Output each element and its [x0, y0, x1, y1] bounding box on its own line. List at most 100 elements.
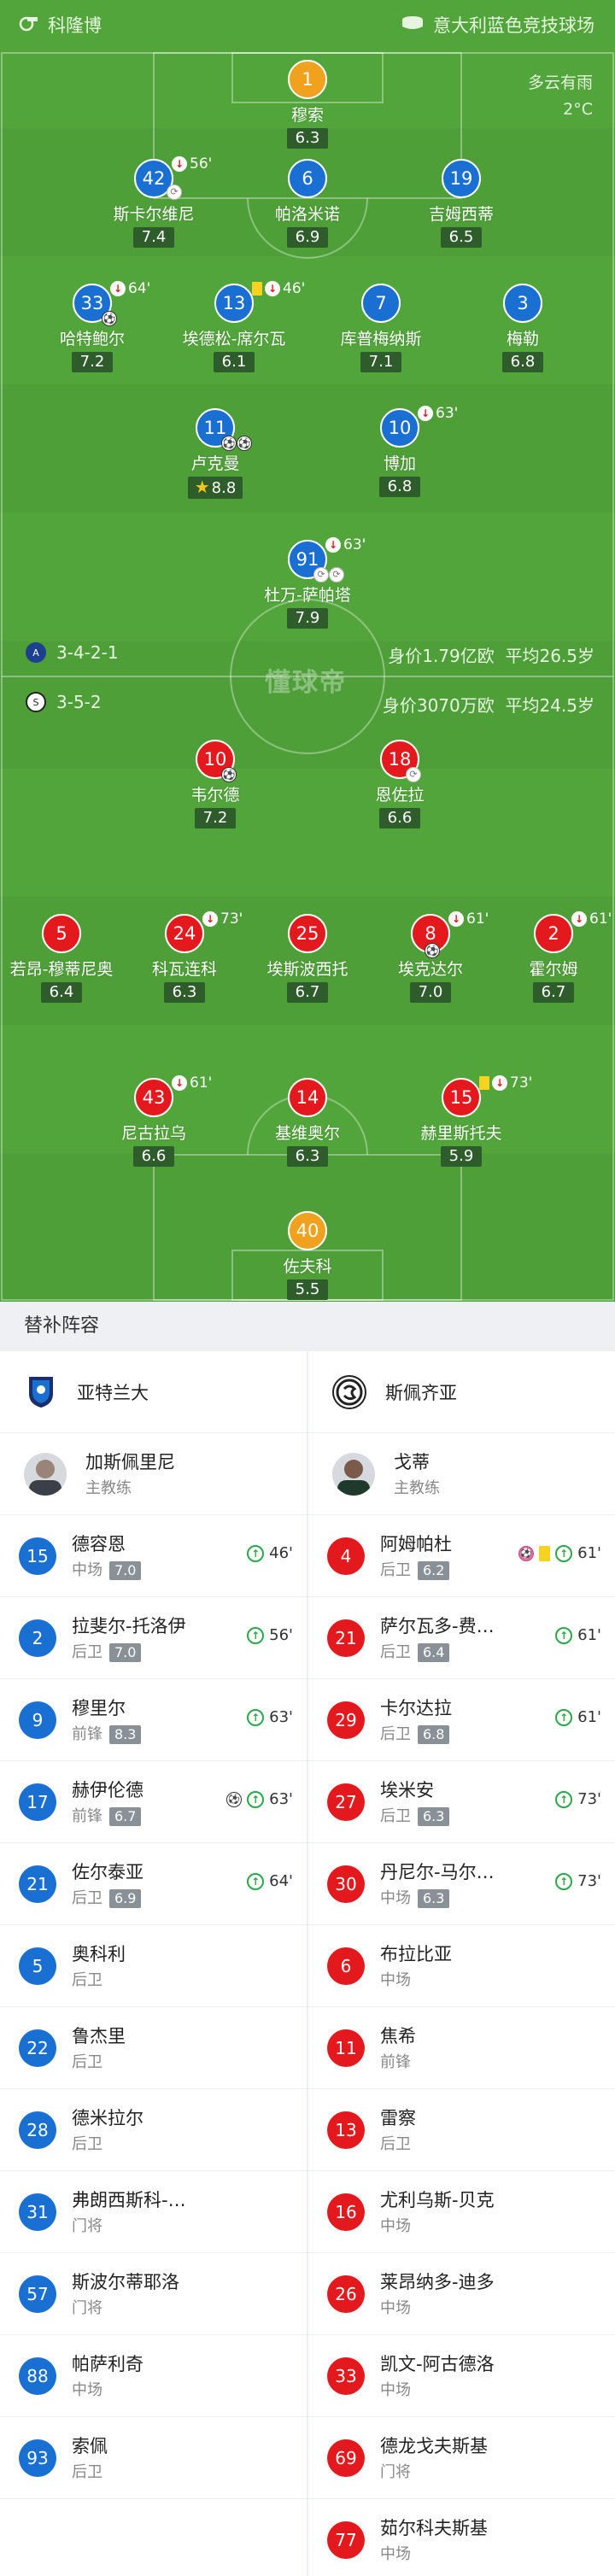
- yellow-card-icon: [539, 1545, 551, 1561]
- spezia-crest-icon: S: [26, 692, 46, 712]
- sub-player-row[interactable]: 93 索佩 后卫: [0, 2417, 307, 2499]
- player-number: 42: [142, 168, 166, 189]
- sub-player-row[interactable]: 21 佐尔泰亚 后卫 6.9 ↑ 64': [0, 1843, 307, 1925]
- player-card[interactable]: 11 ⚽ ⚽ 卢克曼 ★ 8.8: [130, 408, 301, 499]
- goal-ball-icon: ⚽: [221, 767, 237, 782]
- player-card[interactable]: 43 ↓ 61' 尼古拉乌 6.6: [68, 1074, 239, 1167]
- player-card[interactable]: 18 ⟳ 恩佐拉 6.6: [314, 740, 485, 828]
- sub-number: 15: [19, 1537, 56, 1575]
- sub-number: 9: [19, 1701, 56, 1739]
- spezia-value-row: 身价3070万欧 平均24.5岁: [383, 692, 594, 717]
- player-number: 33: [80, 293, 104, 313]
- sub-player-row[interactable]: 33 凯文-阿古德洛 中场: [308, 2335, 615, 2417]
- sub-position: 后卫: [380, 1806, 411, 1825]
- sub-player-row[interactable]: 5 奥科利 后卫: [0, 1925, 307, 2007]
- sub-player-row[interactable]: 77 茹尔科夫斯基 中场: [308, 2499, 615, 2576]
- sub-name: 莱昂纳多-迪多: [380, 2271, 495, 2292]
- sub-player-row[interactable]: 29 卡尔达拉 后卫 6.8 ↑ 61': [308, 1679, 615, 1761]
- coach-row[interactable]: 戈蒂 主教练: [308, 1433, 615, 1515]
- player-number: 43: [142, 1087, 166, 1108]
- sub-player-row[interactable]: 27 埃米安 后卫 6.3 ↑ 73': [308, 1761, 615, 1843]
- sub-minute: 73': [577, 1872, 601, 1890]
- sub-position: 后卫: [380, 1724, 411, 1743]
- sub-number: 29: [327, 1701, 365, 1739]
- player-name: 霍尔姆: [529, 960, 578, 979]
- player-number: 18: [388, 749, 412, 770]
- player-card[interactable]: 10 ⚽ 韦尔德 7.2: [130, 740, 301, 828]
- player-card[interactable]: 1 穆索 6.3: [222, 60, 393, 149]
- player-card[interactable]: 10 ↓ 63' 博加 6.8: [314, 405, 485, 497]
- player-rating: 7.0: [410, 982, 451, 1003]
- player-number: 2: [548, 923, 559, 944]
- coach-avatar: [332, 1452, 375, 1496]
- star-icon: ★: [194, 477, 210, 497]
- player-rating: 6.8: [502, 352, 543, 372]
- player-card[interactable]: 14 基维奥尔 6.3: [222, 1078, 393, 1167]
- player-card[interactable]: 13 ↓ 46' 埃德松-席尔瓦 6.1: [149, 280, 319, 372]
- assist-icon: ⟳: [329, 567, 344, 583]
- sub-player-row[interactable]: 22 鲁杰里 后卫: [0, 2007, 307, 2089]
- sub-player-row[interactable]: 15 德容恩 中场 7.0 ↑ 46': [0, 1515, 307, 1597]
- atalanta-formation-row: A 3-4-2-1: [26, 642, 119, 663]
- sub-player-row[interactable]: 2 拉斐尔-托洛伊 后卫 7.0 ↑ 56': [0, 1597, 307, 1679]
- sub-number: 30: [327, 1865, 365, 1903]
- team-header-atalanta[interactable]: 亚特兰大: [0, 1351, 307, 1433]
- goal-ball-icon: ⚽: [226, 1791, 243, 1807]
- player-card[interactable]: 15 ↓ 73' 赫里斯托夫 5.9: [376, 1074, 547, 1167]
- sub-event: ⚽ ↑ 61': [518, 1544, 601, 1562]
- player-name: 佐夫科: [283, 1257, 332, 1276]
- player-name: 哈特鲍尔: [59, 330, 125, 348]
- sub-player-row[interactable]: 26 莱昂纳多-迪多 中场: [308, 2253, 615, 2335]
- sub-position: 后卫: [72, 2052, 102, 2071]
- venue-name: 意大利蓝色竞技球场: [433, 15, 594, 36]
- team-header-spezia[interactable]: 斯佩齐亚: [308, 1351, 615, 1433]
- sub-player-row[interactable]: 6 布拉比亚 中场: [308, 1925, 615, 2007]
- player-name: 斯卡尔维尼: [113, 205, 195, 224]
- player-card[interactable]: 2 ↓ 61' 霍尔姆 6.7: [468, 910, 615, 1003]
- sub-number: 27: [327, 1783, 365, 1821]
- sub-rating: 7.0: [109, 1560, 142, 1580]
- player-rating: 6.5: [441, 227, 482, 248]
- sub-player-row[interactable]: 11 焦希 前锋: [308, 2007, 615, 2089]
- sub-name: 鲁杰里: [72, 2025, 126, 2046]
- player-card[interactable]: 91 ↓ 63' ⟳ ⟳ 杜万-萨帕塔 7.9: [222, 536, 393, 629]
- coach-row[interactable]: 加斯佩里尼 主教练: [0, 1433, 307, 1515]
- sub-name: 卡尔达拉: [380, 1697, 452, 1718]
- spezia-subs-column: 斯佩齐亚 戈蒂 主教练 4 阿姆帕杜 后卫 6.2 ⚽ ↑ 61' 21 萨尔瓦多-费… 后卫 6.…: [308, 1351, 615, 2576]
- home-info: 科隆博: [19, 12, 102, 38]
- sub-player-row[interactable]: 9 穆里尔 前锋 8.3 ↑ 63': [0, 1679, 307, 1761]
- sub-player-row[interactable]: 16 尤利乌斯-贝克 中场: [308, 2171, 615, 2253]
- sub-player-row[interactable]: 31 弗朗西斯科-… 门将: [0, 2171, 307, 2253]
- sub-minute: 63': [269, 1708, 293, 1726]
- player-rating: 6.9: [287, 227, 328, 248]
- sub-player-row[interactable]: 28 德米拉尔 后卫: [0, 2089, 307, 2171]
- sub-position: 门将: [380, 2462, 411, 2481]
- sub-player-row[interactable]: 17 赫伊伦德 前锋 6.7 ⚽ ↑ 63': [0, 1761, 307, 1843]
- sub-player-row[interactable]: 21 萨尔瓦多-费… 后卫 6.4 ↑ 61': [308, 1597, 615, 1679]
- player-card[interactable]: 6 帕洛米诺 6.9: [222, 159, 393, 248]
- player-card[interactable]: 19 吉姆西蒂 6.5: [376, 159, 547, 248]
- sub-player-row[interactable]: 13 雷察 后卫: [308, 2089, 615, 2171]
- spezia-formation-row: S 3-5-2: [26, 692, 102, 712]
- sub-player-row[interactable]: 30 丹尼尔-马尔… 中场 6.3 ↑ 73': [308, 1843, 615, 1925]
- sub-out-icon: ↓: [571, 911, 587, 927]
- sub-player-row[interactable]: 69 德龙戈夫斯基 门将: [308, 2417, 615, 2499]
- sub-in-icon: ↑: [555, 1872, 573, 1890]
- player-number: 11: [203, 418, 227, 438]
- sub-event: ↑ 64': [247, 1872, 293, 1890]
- sub-name: 弗朗西斯科-…: [72, 2189, 186, 2210]
- player-name: 赫里斯托夫: [420, 1124, 502, 1143]
- player-name: 卢克曼: [190, 454, 240, 473]
- sub-position: 后卫: [380, 1560, 411, 1579]
- sub-name: 萨尔瓦多-费…: [380, 1615, 495, 1636]
- player-card[interactable]: 42 ↓ 56' ⟳ 斯卡尔维尼 7.4: [68, 155, 239, 248]
- sub-out-icon: ↓: [172, 156, 187, 172]
- player-card[interactable]: 3 梅勒 6.8: [437, 284, 608, 372]
- spezia-formation: 3-5-2: [56, 692, 102, 712]
- sub-player-row[interactable]: 57 斯波尔蒂耶洛 门将: [0, 2253, 307, 2335]
- sub-minute: 63': [436, 405, 459, 422]
- sub-player-row[interactable]: 4 阿姆帕杜 后卫 6.2 ⚽ ↑ 61': [308, 1515, 615, 1597]
- player-card[interactable]: 40 佐夫科 5.5: [222, 1211, 393, 1300]
- sub-player-row[interactable]: 88 帕萨利奇 中场: [0, 2335, 307, 2417]
- coach-role: 主教练: [85, 1478, 132, 1497]
